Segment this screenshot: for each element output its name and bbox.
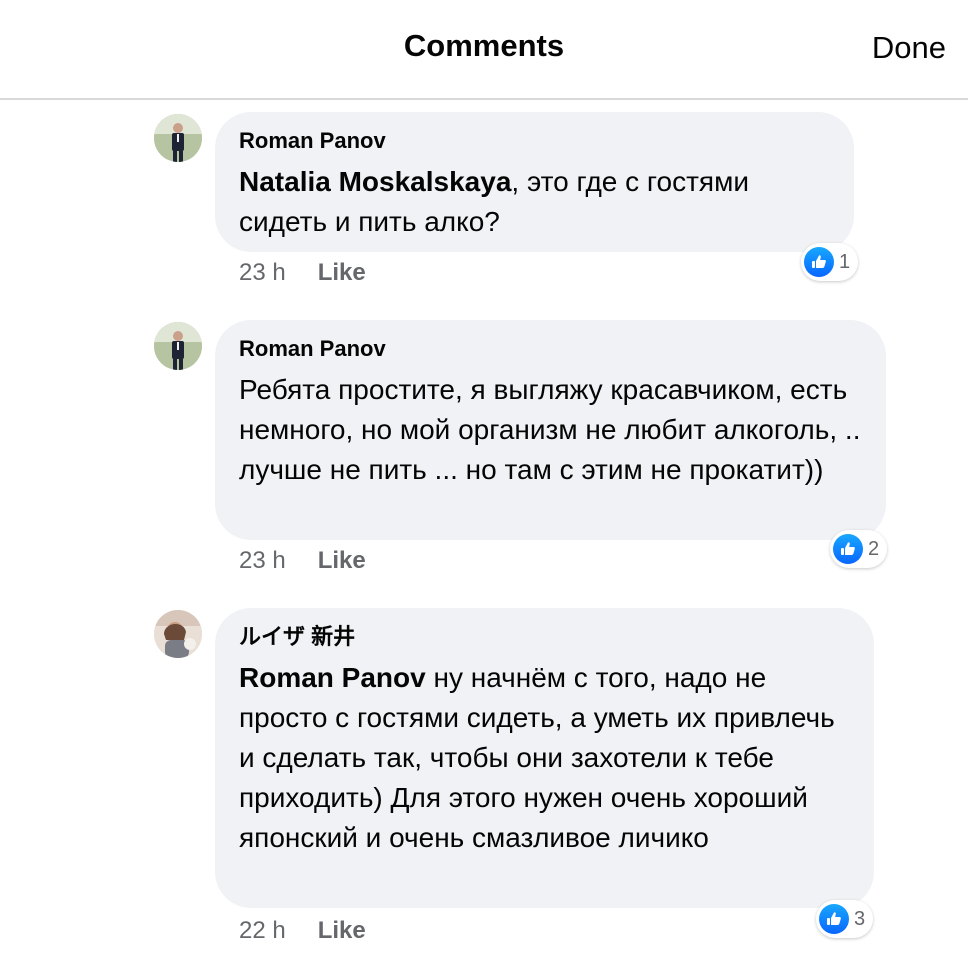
reaction-summary[interactable]: 1 [801,243,859,281]
comment-meta: 23 h Like [239,259,366,287]
comment-text: Roman Panov ну начнём с того, надо не пр… [239,658,850,858]
reaction-count: 1 [839,250,851,273]
reaction-summary[interactable]: 2 [830,530,888,568]
comment-author[interactable]: ルイザ 新井 [239,624,850,650]
avatar[interactable] [154,322,202,370]
reaction-count: 2 [868,537,880,560]
comment-author[interactable]: Roman Panov [239,336,862,362]
thumbs-up-icon [819,904,849,934]
mention-link[interactable]: Natalia Moskalskaya [239,166,511,197]
reaction-summary[interactable]: 3 [816,900,874,938]
comment-bubble: Roman Panov Ребята простите, я выгляжу к… [215,320,886,540]
comment-author[interactable]: Roman Panov [239,128,830,154]
thumbs-up-icon [833,534,863,564]
comment-meta: 22 h Like [239,917,366,945]
avatar[interactable] [154,114,202,162]
comment-text: Natalia Moskalskaya, это где с гостями с… [239,162,830,242]
comment-timestamp: 22 h [239,917,286,944]
comment-body: Ребята простите, я выгляжу красавчиком, … [239,374,861,485]
reaction-count: 3 [854,907,866,930]
done-button[interactable]: Done [872,30,946,66]
comment-bubble: ルイザ 新井 Roman Panov ну начнём с того, над… [215,608,874,908]
avatar[interactable] [154,610,202,658]
comment-timestamp: 23 h [239,259,286,286]
mention-link[interactable]: Roman Panov [239,662,426,693]
like-button[interactable]: Like [318,917,366,945]
like-button[interactable]: Like [318,547,366,575]
thumbs-up-icon [804,247,834,277]
comment-bubble: Roman Panov Natalia Moskalskaya, это где… [215,112,854,252]
comment-timestamp: 23 h [239,547,286,574]
page-title: Comments [403,28,565,63]
like-button[interactable]: Like [318,259,366,287]
comments-header: Comments Done [0,0,968,100]
comment-meta: 23 h Like [239,547,366,575]
